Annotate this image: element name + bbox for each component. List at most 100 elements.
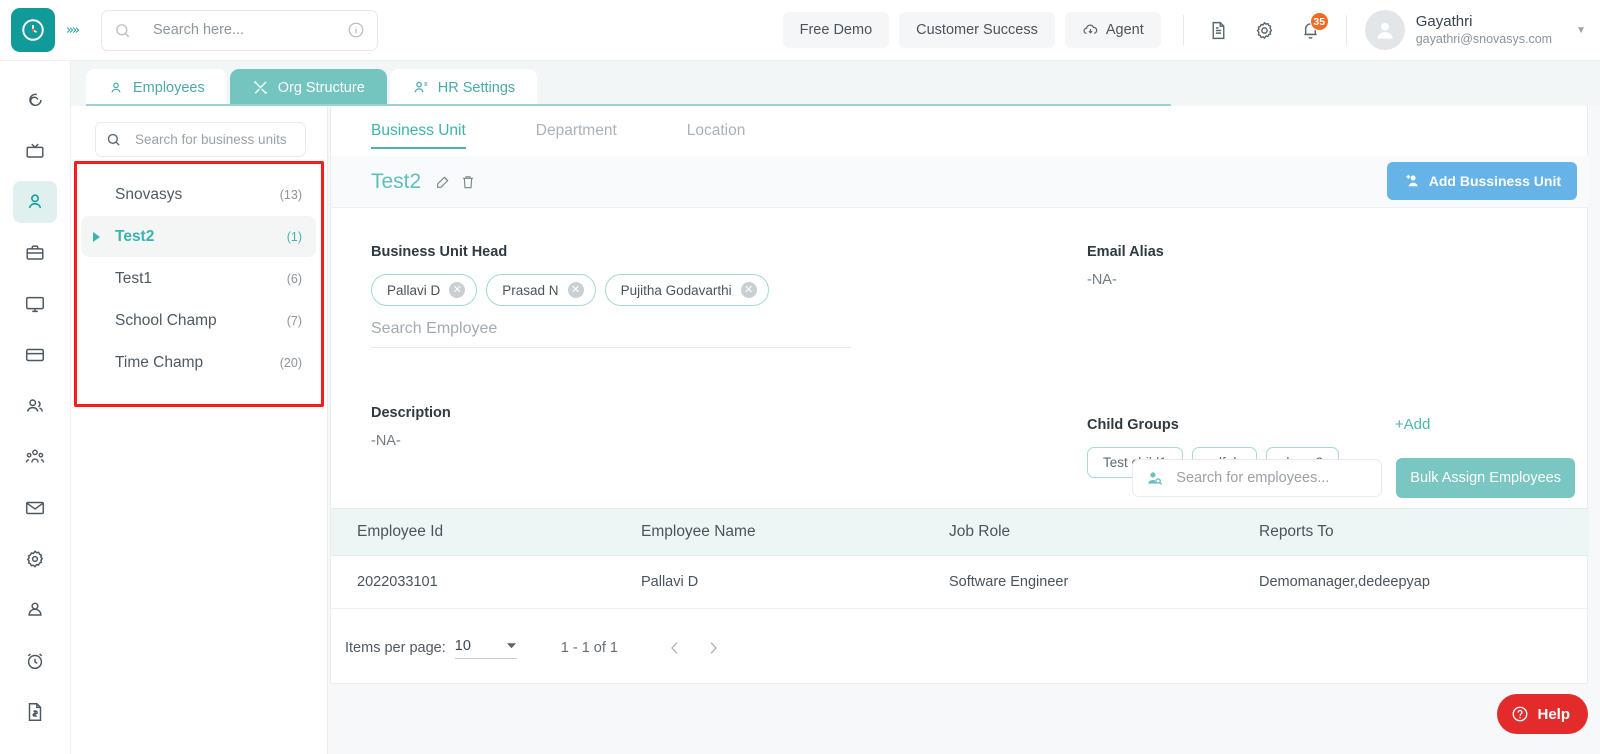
- add-business-unit-label: Add Bussiness Unit: [1428, 173, 1561, 189]
- app-root: »» Free Demo Customer Success: [0, 0, 1600, 754]
- info-circle-icon[interactable]: [347, 21, 365, 39]
- sidebar-item-user-circle[interactable]: [13, 589, 57, 631]
- cell-employee-name: Pallavi D: [641, 574, 699, 590]
- bell-icon[interactable]: 35: [1294, 12, 1329, 47]
- bulk-assign-employees-button[interactable]: Bulk Assign Employees: [1396, 458, 1575, 498]
- items-per-page-select[interactable]: 10: [454, 638, 517, 659]
- column-header-job-role: Job Role: [949, 523, 1011, 540]
- person-icon: [24, 191, 46, 213]
- sidebar-item-settings[interactable]: [13, 538, 57, 580]
- sidebar-item-invoice[interactable]: [13, 691, 57, 733]
- sidebar-item-two-users[interactable]: [13, 385, 57, 427]
- sidebar-item-briefcase[interactable]: [13, 232, 57, 274]
- sidebar-item-alarm-clock[interactable]: [13, 640, 57, 682]
- org-subtabs: Business Unit Department Location: [331, 106, 831, 156]
- sidebar-item-mail[interactable]: [13, 487, 57, 529]
- column-header-reports-to: Reports To: [1259, 523, 1334, 540]
- subtab-department[interactable]: Department: [536, 106, 617, 156]
- subtab-location[interactable]: Location: [687, 106, 746, 156]
- trash-icon[interactable]: [460, 174, 476, 190]
- add-child-group-link[interactable]: +Add: [1395, 416, 1430, 433]
- details-left-column: Business Unit Head Pallavi D ✕ Prasad N …: [371, 244, 931, 449]
- business-unit-name: Snovasys: [115, 185, 183, 203]
- search-input[interactable]: [153, 22, 347, 38]
- free-demo-button[interactable]: Free Demo: [782, 12, 890, 48]
- list-item[interactable]: Snovasys (13): [81, 174, 316, 215]
- description-block: Description -NA-: [371, 405, 931, 449]
- list-item[interactable]: School Champ (7): [81, 300, 316, 341]
- business-unit-count: (6): [286, 271, 302, 286]
- add-business-unit-button[interactable]: Add Bussiness Unit: [1386, 162, 1577, 200]
- user-name: Gayathri: [1415, 12, 1473, 30]
- help-label: Help: [1537, 705, 1570, 723]
- business-unit-search[interactable]: [95, 122, 306, 157]
- chevron-down-icon[interactable]: ▼: [1576, 25, 1586, 36]
- gear-icon[interactable]: [1248, 13, 1282, 47]
- agent-button[interactable]: Agent: [1064, 12, 1161, 48]
- chip[interactable]: Pallavi D ✕: [371, 274, 478, 306]
- cell-job-role: Software Engineer: [949, 574, 1069, 590]
- sidebar-item-person[interactable]: [13, 181, 57, 223]
- close-icon[interactable]: ✕: [740, 282, 757, 298]
- chevron-right-icon[interactable]: [704, 639, 722, 657]
- business-unit-head-label: Business Unit Head: [371, 244, 508, 260]
- search-employee-field[interactable]: [371, 320, 851, 348]
- close-icon[interactable]: ✕: [567, 282, 584, 298]
- column-header-employee-name: Employee Name: [641, 523, 756, 540]
- divider: [1182, 15, 1184, 45]
- employee-search-input[interactable]: [1176, 470, 1370, 486]
- search-employee-input[interactable]: [371, 320, 851, 338]
- expand-arrow-icon[interactable]: [93, 231, 100, 242]
- tv-icon: [24, 140, 46, 162]
- chip[interactable]: Prasad N ✕: [486, 274, 596, 306]
- sidebar-item-tv[interactable]: [13, 130, 57, 172]
- employee-search-field[interactable]: [1132, 459, 1383, 497]
- list-item[interactable]: Test2 (1): [81, 216, 316, 257]
- tab-hr-settings[interactable]: HR Settings: [389, 69, 538, 106]
- business-unit-count: (20): [279, 355, 302, 370]
- business-unit-list: Snovasys (13) Test2 (1) Test1 (6) School…: [81, 174, 316, 384]
- cell-reports-to: Demomanager,dedeepyap: [1259, 574, 1430, 590]
- pagination-arrows: [666, 639, 722, 657]
- add-user-icon: [1403, 172, 1421, 190]
- sidebar-item-group-people[interactable]: [13, 436, 57, 478]
- user-avatar-icon[interactable]: [1364, 10, 1405, 50]
- child-groups-header: Child Groups +Add: [1087, 416, 1557, 433]
- help-button[interactable]: Help: [1497, 694, 1588, 734]
- close-icon[interactable]: ✕: [449, 282, 466, 298]
- search-icon: [106, 132, 121, 147]
- global-search[interactable]: [101, 9, 378, 51]
- subtab-location-label: Location: [686, 122, 746, 139]
- sidebar-item-monitor[interactable]: [13, 283, 57, 325]
- chevrons-right-icon[interactable]: »»: [58, 15, 86, 45]
- list-item[interactable]: Test1 (6): [81, 258, 316, 299]
- sidebar-item-card[interactable]: [13, 334, 57, 376]
- group-people-icon: [24, 446, 46, 468]
- customer-success-button[interactable]: Customer Success: [899, 12, 1055, 48]
- notification-badge: 35: [1309, 12, 1329, 31]
- business-unit-details: Business Unit Head Pallavi D ✕ Prasad N …: [331, 208, 1589, 490]
- business-unit-card: Business Unit Department Location Test2: [330, 106, 1589, 684]
- tab-org-structure[interactable]: Org Structure: [229, 69, 387, 106]
- items-per-page-label: Items per page:: [345, 640, 446, 656]
- clock-logo-icon[interactable]: [11, 8, 55, 52]
- hr-person-icon: [412, 79, 429, 96]
- business-unit-count: (1): [286, 229, 302, 244]
- chevron-left-icon[interactable]: [666, 639, 684, 657]
- tab-employees-label: Employees: [133, 79, 205, 96]
- chip-label: Pujitha Godavarthi: [620, 282, 732, 298]
- user-info[interactable]: Gayathri gayathri@snovasys.com: [1416, 13, 1552, 47]
- business-unit-search-input[interactable]: [135, 132, 295, 147]
- edit-pencil-icon[interactable]: [435, 174, 451, 190]
- table-row[interactable]: 2022033101 Pallavi D Software Engineer D…: [331, 556, 1589, 609]
- tab-employees[interactable]: Employees: [86, 69, 227, 106]
- document-icon[interactable]: [1202, 13, 1236, 47]
- briefcase-icon: [24, 242, 46, 264]
- sidebar-item-spiral[interactable]: [13, 79, 57, 121]
- pagination-range: 1 - 1 of 1: [560, 640, 618, 656]
- list-item[interactable]: Time Champ (20): [81, 342, 316, 383]
- chip[interactable]: Pujitha Godavarthi ✕: [604, 274, 769, 306]
- two-users-icon: [24, 395, 46, 417]
- subtab-business-unit[interactable]: Business Unit: [371, 106, 466, 156]
- invoice-icon: [24, 701, 46, 723]
